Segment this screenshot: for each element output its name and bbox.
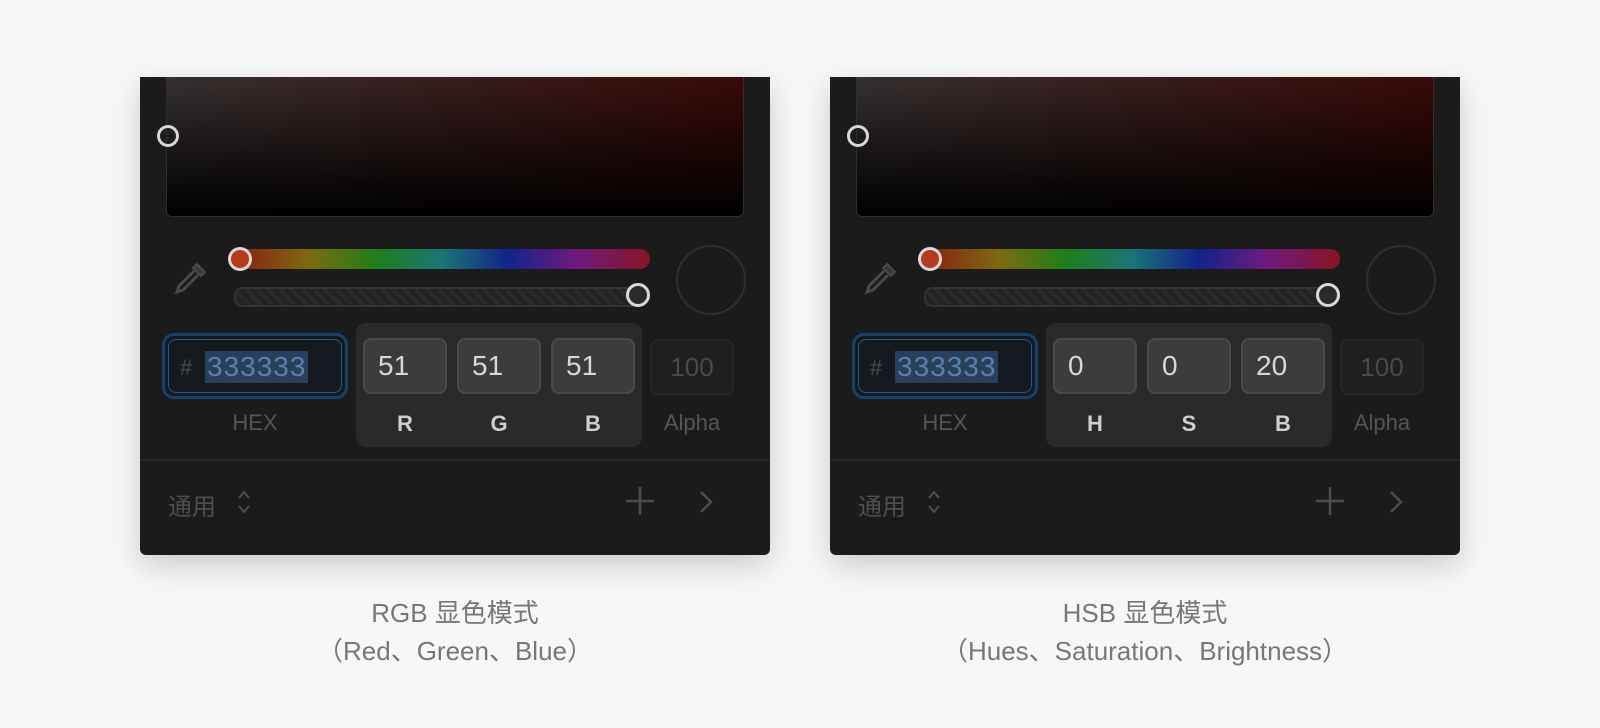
color-picker-panel-rgb: # 333333 51 51 51 R G B 100 HEX Alpha 通用 — [140, 77, 770, 555]
channel-g-label: G — [490, 411, 508, 436]
caption-subtitle: （Hues、Saturation、Brightness） — [941, 636, 1349, 666]
alpha-label: Alpha — [663, 410, 721, 435]
saturation-brightness-field[interactable] — [157, 77, 744, 217]
hue-slider-handle[interactable] — [228, 247, 252, 271]
hex-value[interactable]: 333333 — [205, 351, 309, 383]
hsb-channel-group: 0 0 20 H S B — [1046, 323, 1332, 447]
hex-hash-symbol: # — [870, 355, 883, 380]
alpha-label: Alpha — [1353, 410, 1411, 435]
alpha-slider[interactable] — [234, 287, 640, 307]
channel-b-label: B — [1275, 411, 1291, 436]
alpha-slider[interactable] — [924, 287, 1330, 307]
hue-slider[interactable] — [924, 249, 1340, 269]
hex-hash-symbol: # — [180, 355, 193, 380]
caption-subtitle: （Red、Green、Blue） — [317, 636, 593, 666]
updown-chevron-icon[interactable] — [926, 487, 942, 517]
hex-label: HEX — [922, 410, 968, 435]
footer-divider — [140, 459, 770, 461]
saturation-brightness-handle[interactable] — [157, 125, 179, 147]
rgb-channel-group: 51 51 51 R G B — [356, 323, 642, 447]
channel-s-input[interactable]: 0 — [1147, 338, 1231, 394]
saturation-brightness-handle[interactable] — [847, 125, 869, 147]
palette-select[interactable]: 通用 — [168, 487, 216, 522]
channel-s-label: S — [1181, 411, 1197, 436]
color-preview-swatch — [1366, 245, 1436, 315]
alpha-slider-handle[interactable] — [1316, 283, 1340, 307]
color-picker-panel-hsb: # 333333 0 0 20 H S B 100 HEX Alpha 通用 — [830, 77, 1460, 555]
hue-slider-handle[interactable] — [918, 247, 942, 271]
hex-label: HEX — [232, 410, 278, 435]
channel-g-input[interactable]: 51 — [457, 338, 541, 394]
alpha-input[interactable]: 100 — [1340, 339, 1424, 395]
channel-r-label: R — [397, 411, 413, 436]
channel-b-input[interactable]: 20 — [1241, 338, 1325, 394]
channel-b-label: B — [585, 411, 601, 436]
alpha-input[interactable]: 100 — [650, 339, 734, 395]
color-preview-swatch — [676, 245, 746, 315]
caption-hsb: HSB 显色模式 （Hues、Saturation、Brightness） — [830, 594, 1460, 670]
caption-title: RGB 显色模式 — [371, 598, 539, 628]
chevron-right-icon[interactable] — [1386, 489, 1406, 515]
updown-chevron-icon[interactable] — [236, 487, 252, 517]
plus-icon[interactable] — [1314, 485, 1346, 517]
footer-divider — [830, 459, 1460, 461]
hue-slider[interactable] — [234, 249, 650, 269]
saturation-brightness-field[interactable] — [847, 77, 1434, 217]
plus-icon[interactable] — [624, 485, 656, 517]
channel-h-label: H — [1087, 411, 1103, 436]
alpha-slider-handle[interactable] — [626, 283, 650, 307]
hex-input[interactable]: # 333333 — [162, 333, 348, 399]
chevron-right-icon[interactable] — [696, 489, 716, 515]
channel-r-input[interactable]: 51 — [363, 338, 447, 394]
caption-rgb: RGB 显色模式 （Red、Green、Blue） — [140, 594, 770, 670]
hex-input[interactable]: # 333333 — [852, 333, 1038, 399]
hex-value[interactable]: 333333 — [895, 351, 999, 383]
palette-select[interactable]: 通用 — [858, 487, 906, 522]
eyedropper-icon[interactable] — [170, 259, 210, 299]
channel-h-input[interactable]: 0 — [1053, 338, 1137, 394]
channel-b-input[interactable]: 51 — [551, 338, 635, 394]
eyedropper-icon[interactable] — [860, 259, 900, 299]
caption-title: HSB 显色模式 — [1062, 598, 1228, 628]
